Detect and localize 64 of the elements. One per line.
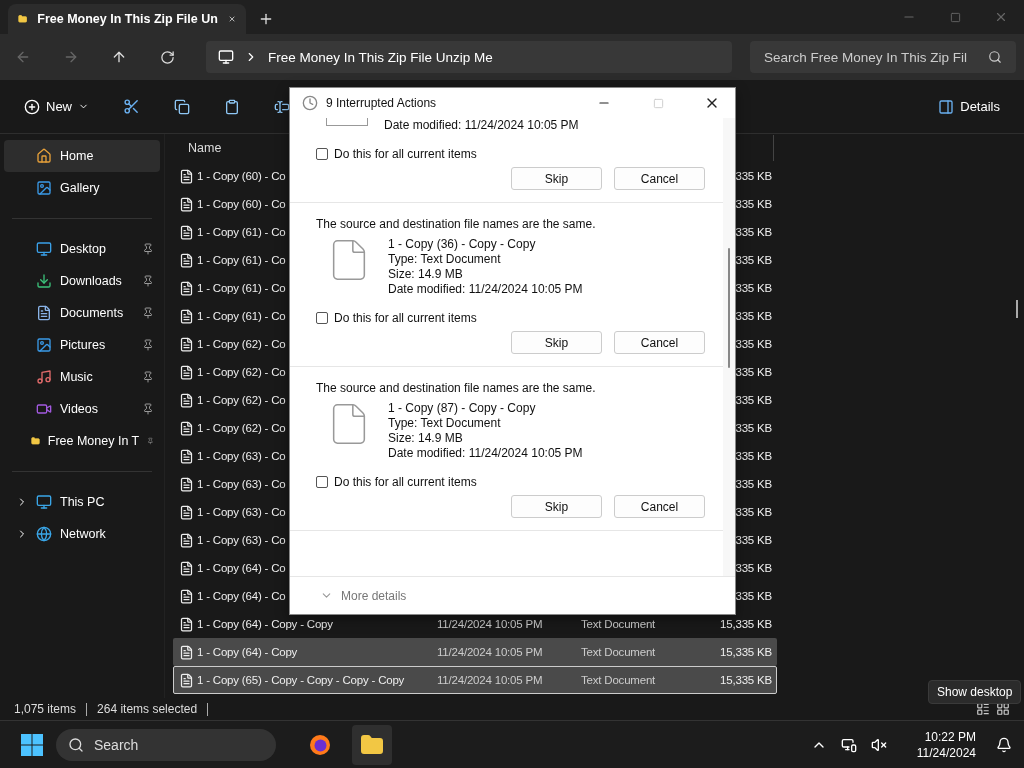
type-cell: Text Document	[581, 618, 656, 630]
dialog-title: 9 Interrupted Actions	[326, 96, 438, 110]
size-cell-text: 335 KB	[734, 254, 772, 266]
checkbox-label: Do this for all current items	[334, 147, 477, 161]
size-cell-text: 335 KB	[734, 590, 772, 602]
file-name: 1 - Copy (64) - Co	[197, 590, 286, 602]
file-size: Size: 14.9 MB	[388, 267, 464, 282]
file-date: Date modified: 11/24/2024 10:05 PM	[388, 446, 583, 461]
tab-title: Free Money In This Zip File Un	[37, 12, 218, 26]
file-name: 1 - Copy (87) - Copy - Copy	[388, 401, 537, 416]
file-name: 1 - Copy (64) - Copy	[197, 646, 298, 658]
date-cell: 11/24/2024 10:05 PM	[437, 646, 543, 658]
file-name: 1 - Copy (61) - Co	[197, 254, 286, 266]
file-name: 1 - Copy (62) - Co	[197, 366, 286, 378]
size-cell-text: 335 KB	[734, 394, 772, 406]
file-name: 1 - Copy (61) - Co	[197, 226, 286, 238]
size-cell-text: 335 KB	[734, 534, 772, 546]
file-name: 1 - Copy (62) - Co	[197, 422, 286, 434]
item-count: 1,075 items	[14, 702, 77, 716]
size-cell-text: 335 KB	[734, 366, 772, 378]
tooltip: Show desktop	[928, 680, 1022, 704]
address-path: Free Money In This Zip File Unzip Me	[268, 49, 493, 65]
file-name: 1 - Copy (64) - Copy - Copy	[197, 618, 333, 630]
checkbox-label: Do this for all current items	[334, 475, 477, 489]
size-cell-text: 335 KB	[734, 506, 772, 518]
file-size: Size: 14.9 MB	[388, 431, 464, 446]
file-date: Date modified: 11/24/2024 10:05 PM	[384, 118, 579, 133]
file-name: 1 - Copy (62) - Co	[197, 338, 286, 350]
type-cell: Text Document	[581, 646, 656, 658]
size-cell-text: 335 KB	[734, 198, 772, 210]
size-cell-text: 335 KB	[734, 170, 772, 182]
file-name: 1 - Copy (36) - Copy - Copy	[388, 237, 537, 252]
size-cell-text: 15,335 KB	[719, 674, 772, 686]
size-cell-text: 335 KB	[734, 310, 772, 322]
file-name: 1 - Copy (60) - Co	[197, 170, 286, 182]
size-cell-text: 335 KB	[734, 282, 772, 294]
file-name: 1 - Copy (63) - Co	[197, 534, 286, 546]
file-type: Type: Text Document	[388, 252, 502, 267]
size-cell-text: 335 KB	[734, 226, 772, 238]
size-cell-text: 335 KB	[734, 422, 772, 434]
type-cell: Text Document	[581, 674, 656, 686]
file-type: Type: Text Document	[388, 416, 502, 431]
file-name: 1 - Copy (64) - Co	[197, 562, 286, 574]
file-name: 1 - Copy (60) - Co	[197, 198, 286, 210]
date-cell: 11/24/2024 10:05 PM	[437, 674, 543, 686]
file-date: Date modified: 11/24/2024 10:05 PM	[388, 282, 583, 297]
file-name: 1 - Copy (62) - Co	[197, 394, 286, 406]
checkbox-label: Do this for all current items	[334, 311, 477, 325]
file-name: 1 - Copy (63) - Co	[197, 506, 286, 518]
file-name: 1 - Copy (61) - Co	[197, 282, 286, 294]
size-cell-text: 335 KB	[734, 478, 772, 490]
file-name: 1 - Copy (61) - Co	[197, 310, 286, 322]
size-cell-text: 335 KB	[734, 562, 772, 574]
date-cell: 11/24/2024 10:05 PM	[437, 618, 543, 630]
file-name: 1 - Copy (65) - Copy - Copy - Copy - Copy	[197, 674, 405, 686]
conflict-message: The source and destination file names are the same.	[316, 381, 597, 395]
conflict-message: The source and destination file names are the same.	[316, 217, 597, 231]
size-cell-text: 15,335 KB	[719, 618, 772, 630]
selection-count: 264 items selected	[97, 702, 198, 716]
file-name: 1 - Copy (63) - Co	[197, 450, 286, 462]
size-cell-text: 335 KB	[734, 450, 772, 462]
size-cell-text: 335 KB	[734, 338, 772, 350]
size-cell-text: 15,335 KB	[719, 646, 772, 658]
file-name: 1 - Copy (63) - Co	[197, 478, 286, 490]
